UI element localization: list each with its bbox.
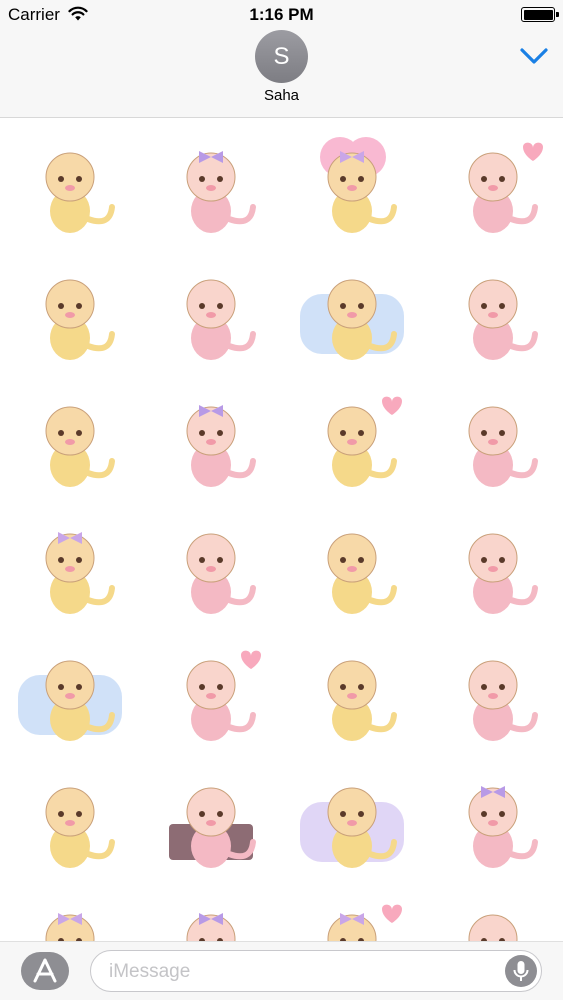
monkey-heart-with-cat-sticker[interactable]	[282, 373, 423, 500]
contact-name[interactable]: Saha	[0, 87, 563, 104]
monkey-sad-arrows-sticker[interactable]	[422, 373, 563, 500]
monkey-girl-giggling-sticker[interactable]	[422, 754, 563, 881]
monkey-girl-red-bow-sticker[interactable]	[141, 119, 282, 246]
monkeys-hearts-sticker[interactable]	[141, 627, 282, 754]
monkey-girl-in-cat-suit-sticker[interactable]	[141, 373, 282, 500]
imessage-placeholder: iMessage	[109, 961, 191, 982]
monkeys-surprised-sticker[interactable]	[0, 119, 141, 246]
monkey-starry-night-sticker[interactable]	[282, 754, 423, 881]
monkey-ok-sign-sticker[interactable]: OK	[141, 754, 282, 881]
battery-level-fill	[523, 9, 553, 20]
monkey-with-heart-sticker[interactable]	[422, 119, 563, 246]
microphone-icon	[513, 961, 529, 981]
monkey-pink-heart-sticker[interactable]	[282, 881, 423, 941]
monkeys-kissing-sticker[interactable]	[422, 627, 563, 754]
sticker-row	[0, 373, 563, 500]
sticker-row	[0, 881, 563, 941]
monkeys-sleeping-cloud-sticker[interactable]	[282, 246, 423, 373]
monkey-sweating-sticker[interactable]	[282, 500, 423, 627]
app-store-button[interactable]	[21, 952, 69, 990]
sticker-row	[0, 627, 563, 754]
pink-clover-monkey-sticker[interactable]	[282, 119, 423, 246]
microphone-button[interactable]	[505, 955, 537, 987]
sticker-row	[0, 500, 563, 627]
sticker-row	[0, 246, 563, 373]
conversation-header: S Saha	[0, 30, 563, 118]
battery-icon	[521, 7, 559, 22]
clock-time: 1:16 PM	[249, 5, 314, 24]
monkeys-winter-hats-sticker[interactable]	[0, 373, 141, 500]
monkey-flower-shop-sticker[interactable]	[0, 754, 141, 881]
compose-bar: iMessage	[0, 941, 563, 1000]
app-store-icon	[33, 958, 57, 983]
monkey-with-cat-sticker[interactable]	[422, 246, 563, 373]
monkey-wolf-costume-sticker[interactable]	[422, 500, 563, 627]
monkeys-chefs-sticker[interactable]	[422, 881, 563, 941]
pink-cat-sparkle-sticker[interactable]	[0, 500, 141, 627]
sticker-grid: OK	[0, 119, 563, 941]
monkeys-rainbow-sticker[interactable]	[0, 881, 141, 941]
monkey-blue-cat-costume-sticker[interactable]	[0, 246, 141, 373]
monkey-sleeping-moon-sticker[interactable]	[0, 627, 141, 754]
sticker-row	[0, 119, 563, 246]
status-bar: Carrier 1:16 PM	[0, 0, 563, 30]
chevron-down-icon[interactable]	[519, 44, 549, 68]
monkeys-shopping-sticker[interactable]	[282, 627, 423, 754]
contact-avatar[interactable]: S	[255, 30, 308, 83]
monkey-with-cats-sticker[interactable]	[141, 246, 282, 373]
imessage-input[interactable]: iMessage	[90, 950, 542, 992]
monkey-with-bows-sticker[interactable]	[141, 881, 282, 941]
sticker-row: OK	[0, 754, 563, 881]
monkeys-under-blanket-sticker[interactable]	[141, 500, 282, 627]
